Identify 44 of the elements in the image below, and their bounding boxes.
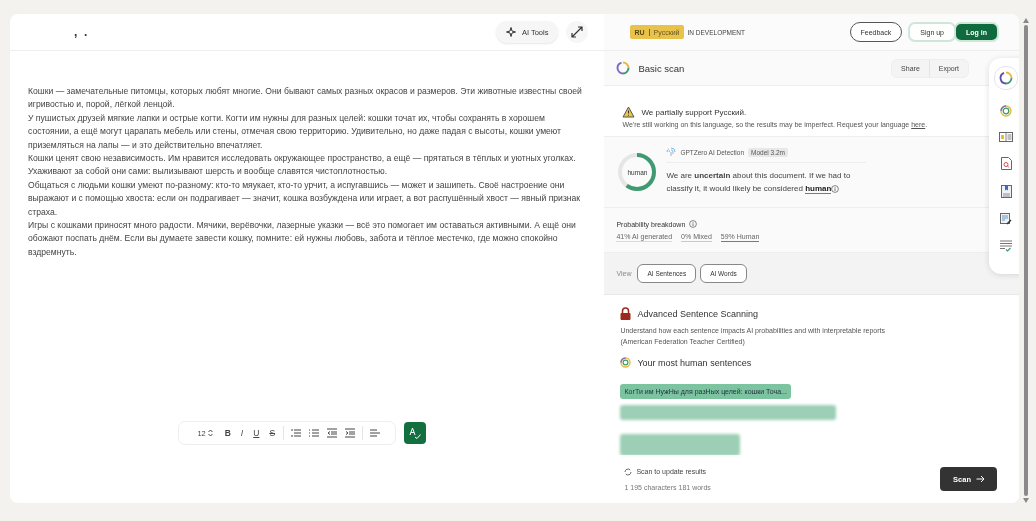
verdict-text: We are uncertain about this document. If we had to classify it, it would likely be considered human xyxy=(666,170,852,195)
spellcheck-icon xyxy=(409,427,422,439)
outdent-icon[interactable] xyxy=(327,428,338,438)
format-button[interactable]: S xyxy=(267,428,278,438)
sparkle-icon xyxy=(505,27,516,37)
detector-tool-icon[interactable] xyxy=(994,66,1018,90)
arrow-right-icon xyxy=(976,475,985,483)
bulleted-list-icon[interactable] xyxy=(309,428,320,438)
scan-logo-icon xyxy=(616,61,631,75)
align-left-icon[interactable] xyxy=(370,428,381,438)
document-title[interactable]: , . xyxy=(74,25,88,39)
paragraph: Кошки — замечательные питомцы, которых любят многие. Они бывают самых разных окрасов и размеров. Эти животные известны своей игривостью и, порой, лёгкой ленцой. xyxy=(28,85,583,112)
refresh-icon xyxy=(624,467,633,476)
stepper-icon xyxy=(207,429,213,437)
paragraph: У пушистых друзей мягкие лапки и острые когти. Когти им нужны для разных целей: кошки точат их, чтобы сохранять в хорошем состоянии, а ещё могут царапать мебель или стены, отмечая свою территорию. Удивительно, но даже падая с высоты, кошки умеют приземляться на лапы — и это действительно впечатляет. xyxy=(28,111,563,152)
verdict-link[interactable]: human xyxy=(805,184,832,194)
advanced-title: Advanced Sentence Scanning xyxy=(637,308,758,319)
scan-logo-icon xyxy=(620,357,632,368)
expand-icon xyxy=(571,26,584,38)
paragraph: Кошки ценят свою независимость. Им нравится исследовать окружающее пространство, а ещё — прятаться в тёплых и уютных уголках. Ухаживают за собой они сами: вылизывают шерсть и вообще славятся чистоплотностью. xyxy=(28,152,577,179)
numbered-list-icon[interactable] xyxy=(291,428,302,438)
scroll-down-icon[interactable] xyxy=(1022,498,1029,503)
document-search-icon[interactable] xyxy=(1000,157,1012,170)
warning-icon xyxy=(622,106,636,118)
paragraph: Игры с кошками приносят много радости. Мячики, верёвочки, лазерные указки — всё это помогает им оставаться активными. А ещё они обожают поспать днём. Если вы думаете завести кошку, помните: ей нужны любовь, забота и тёплое местечко, где можно спокойно вздремнуть. xyxy=(28,219,577,259)
lock-icon xyxy=(620,307,632,320)
bookmark-document-icon[interactable] xyxy=(1000,185,1012,198)
compare-document-icon[interactable] xyxy=(999,132,1013,142)
scan-tool-icon[interactable] xyxy=(1000,105,1012,117)
paragraph: Общаться с людьми кошки умеют по-разному: кто-то мяукает, кто-то урчит, а испугавшись — может и зашипеть. Своё настроение они выражают и с помощью хвоста: если он подрагивает — значит, кошка возбуждена или играет, а вот распушённый хвост — явный признак страха. xyxy=(28,178,582,219)
scroll-up-icon[interactable] xyxy=(1022,18,1029,23)
indent-icon[interactable] xyxy=(345,428,356,438)
human-sentences-title: Your most human sentences xyxy=(637,357,752,368)
format-button[interactable]: U xyxy=(251,428,262,438)
info-icon[interactable] xyxy=(689,220,698,228)
notice-title: We partially support Русский. xyxy=(641,107,747,117)
spellcheck-button[interactable] xyxy=(404,422,427,444)
checklist-icon[interactable] xyxy=(1000,240,1012,252)
expand-button[interactable] xyxy=(566,21,589,43)
scan-title: Basic scan xyxy=(638,62,685,74)
info-icon[interactable] xyxy=(831,184,840,193)
format-button[interactable]: B xyxy=(222,428,233,438)
document-edit-icon[interactable] xyxy=(1000,213,1012,225)
format-button[interactable]: I xyxy=(238,428,246,438)
